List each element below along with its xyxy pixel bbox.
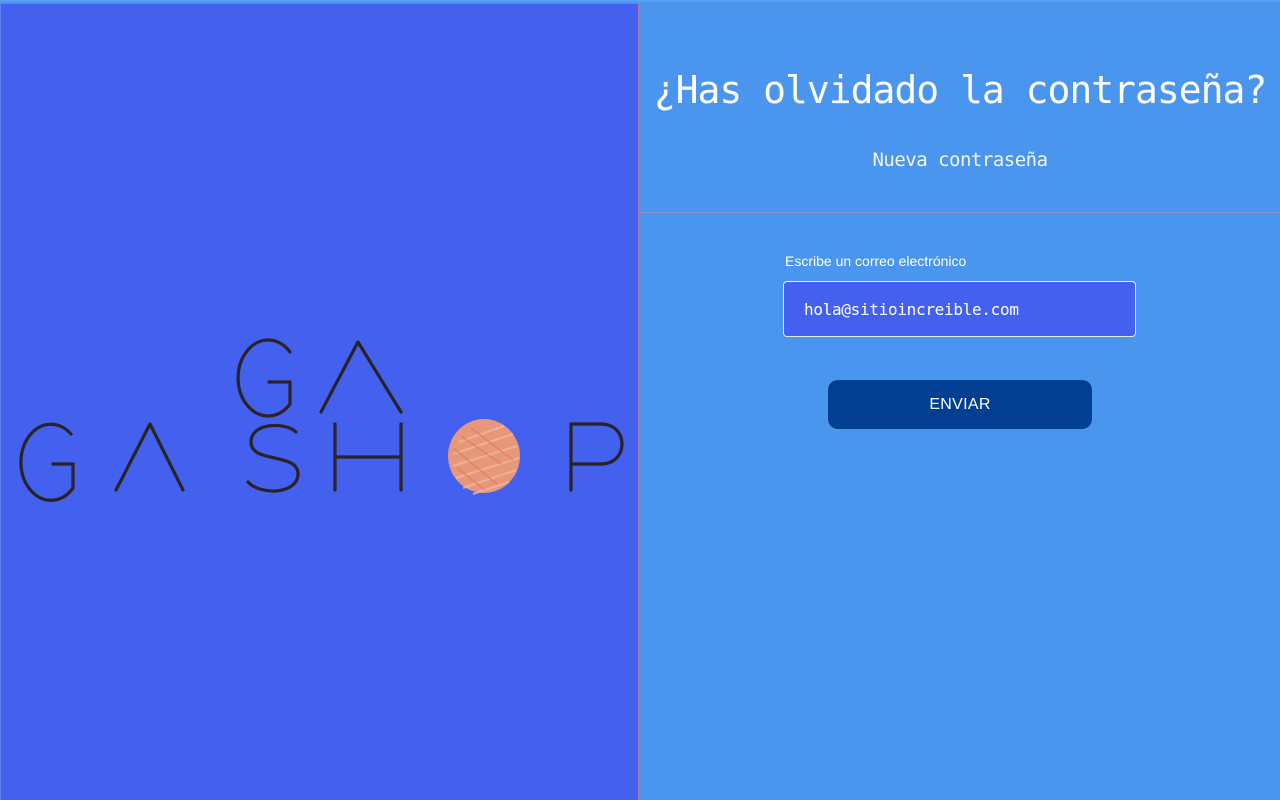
header-section: ¿Has olvidado la contraseña? Nueva contr… [640,4,1280,213]
logo-dot-icon [448,419,520,495]
form-panel: ¿Has olvidado la contraseña? Nueva contr… [640,4,1280,800]
forgot-password-page: ¿Has olvidado la contraseña? Nueva contr… [0,0,1280,800]
gashop-logo-graphic [19,338,624,502]
email-label: Escribe un correo electrónico [785,253,967,269]
brand-panel [0,4,639,800]
email-field[interactable] [783,281,1136,337]
submit-button[interactable]: ENVIAR [828,380,1092,429]
gashop-logo [1,324,640,514]
page-title: ¿Has olvidado la contraseña? [653,68,1268,112]
page-subtitle: Nueva contraseña [872,149,1048,171]
